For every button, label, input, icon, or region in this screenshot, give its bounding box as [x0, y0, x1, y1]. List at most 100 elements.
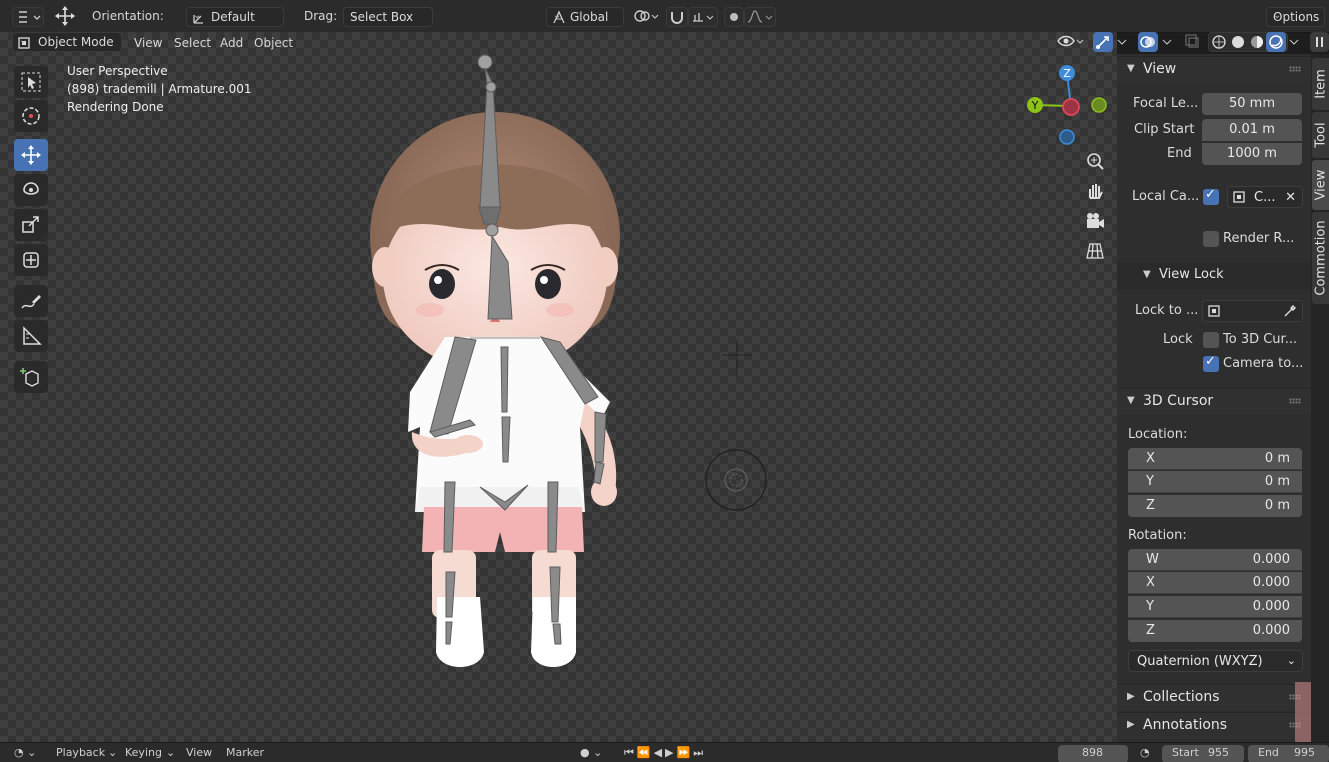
- tab-tool[interactable]: Tool: [1312, 112, 1329, 158]
- snap-target-dropdown[interactable]: [688, 7, 718, 27]
- scale-icon: [22, 216, 39, 233]
- snap-toggle-button[interactable]: [666, 7, 688, 27]
- playback-controls[interactable]: ⏮⏪◀▶⏩⏭: [624, 746, 706, 760]
- falloff-dropdown[interactable]: [744, 7, 776, 27]
- move-tool[interactable]: [14, 139, 48, 171]
- move-transform-icon: [53, 5, 77, 30]
- rotation-w-value: 0.000: [1252, 552, 1290, 567]
- measure-tool[interactable]: [14, 320, 48, 352]
- rendered-shading-button[interactable]: [1266, 32, 1286, 52]
- options-dropdown[interactable]: Options ⌄: [1266, 7, 1325, 27]
- tab-view[interactable]: View: [1312, 160, 1329, 210]
- view-lock-header[interactable]: ▼ View Lock: [1117, 263, 1311, 289]
- menu-add[interactable]: Add: [220, 36, 243, 50]
- local-camera-field[interactable]: C... ✕: [1227, 186, 1303, 208]
- tab-item[interactable]: Item: [1312, 58, 1329, 110]
- scrollbar-indicator[interactable]: [1295, 682, 1311, 742]
- editor-type-button[interactable]: [12, 7, 44, 27]
- rotation-w-field[interactable]: W 0.000: [1128, 549, 1302, 571]
- view-panel-title: View: [1143, 61, 1177, 77]
- perspective-grid-icon[interactable]: [1084, 240, 1106, 265]
- preview-range-icon[interactable]: ◔: [1140, 746, 1150, 759]
- view-panel-header[interactable]: ▼ View: [1117, 56, 1311, 83]
- tool-header: Orientation: Default ⌄ Drag: Select Box …: [0, 0, 1329, 33]
- gizmo-neg-y-axis[interactable]: [1091, 97, 1107, 113]
- camera-to-view-checkbox[interactable]: [1203, 354, 1219, 372]
- select-box-tool[interactable]: [14, 66, 48, 98]
- add-cube-icon: [20, 368, 39, 387]
- annotate-tool[interactable]: [14, 285, 48, 317]
- xray-toggle-button[interactable]: [1183, 32, 1203, 52]
- auto-key-icon[interactable]: ● ⌄: [580, 746, 602, 759]
- 3d-cursor-panel-header[interactable]: ▼ 3D Cursor: [1117, 388, 1311, 415]
- location-y-value: 0 m: [1264, 474, 1290, 489]
- rotation-x-axis: X: [1146, 575, 1155, 590]
- gizmo-x-axis[interactable]: [1062, 98, 1080, 116]
- orientation-dropdown[interactable]: Default ⌄: [186, 7, 284, 27]
- rotate-tool[interactable]: [14, 174, 48, 206]
- overlays-toggle-button[interactable]: [1138, 32, 1158, 52]
- clip-end-field[interactable]: 1000 m: [1202, 143, 1302, 165]
- location-x-field[interactable]: X 0 m: [1128, 448, 1302, 470]
- annotations-panel-header[interactable]: ▶ Annotations: [1117, 712, 1311, 739]
- menu-object[interactable]: Object: [254, 36, 293, 50]
- location-y-field[interactable]: Y 0 m: [1128, 471, 1302, 493]
- proportional-edit-button[interactable]: [724, 7, 744, 27]
- clip-start-field[interactable]: 0.01 m: [1202, 119, 1302, 141]
- local-camera-checkbox[interactable]: [1203, 187, 1219, 205]
- zoom-icon[interactable]: [1084, 150, 1106, 175]
- select-box-icon: [21, 72, 41, 92]
- menu-select[interactable]: Select: [174, 36, 211, 50]
- 3d-viewport[interactable]: User Perspective (898) trademill | Armat…: [0, 32, 1117, 742]
- cursor-tool[interactable]: [14, 100, 48, 132]
- clock-icon[interactable]: ◔ ⌄: [14, 746, 36, 759]
- rotation-z-field[interactable]: Z 0.000: [1128, 620, 1302, 642]
- rotation-x-field[interactable]: X 0.000: [1128, 572, 1302, 594]
- solid-shading-icon[interactable]: [1232, 36, 1244, 48]
- shading-options-dropdown[interactable]: [1286, 32, 1304, 52]
- gizmo-options-dropdown[interactable]: [1113, 32, 1133, 52]
- mode-dropdown[interactable]: Object Mode ⌄: [12, 32, 122, 52]
- lock-to-object-field[interactable]: [1202, 300, 1303, 322]
- location-label: Location:: [1128, 427, 1188, 442]
- end-frame-field[interactable]: End 995: [1248, 745, 1329, 762]
- drag-dropdown[interactable]: Select Box ⌄: [343, 7, 433, 27]
- transform-tool[interactable]: [14, 244, 48, 276]
- menu-playback[interactable]: Playback: [56, 746, 105, 759]
- lock-to-cursor-checkbox[interactable]: [1203, 332, 1219, 348]
- add-cube-tool[interactable]: [14, 361, 48, 393]
- camera-to-view-label: Camera to...: [1223, 356, 1304, 371]
- drag-grip-icon[interactable]: [1289, 66, 1301, 72]
- menu-view[interactable]: View: [134, 36, 162, 50]
- clear-x-icon[interactable]: ✕: [1285, 190, 1296, 205]
- rotation-y-field[interactable]: Y 0.000: [1128, 596, 1302, 618]
- transform-orientation-dropdown[interactable]: Global ⌄: [546, 7, 624, 27]
- gizmo-z-label: Z: [1063, 67, 1071, 80]
- menu-keying[interactable]: Keying: [125, 746, 162, 759]
- collections-panel-header[interactable]: ▶ Collections: [1117, 684, 1311, 711]
- visibility-dropdown[interactable]: [1056, 32, 1088, 52]
- start-frame-field[interactable]: Start 955: [1162, 745, 1244, 762]
- eyedropper-icon[interactable]: [1283, 304, 1297, 318]
- scale-tool[interactable]: [14, 209, 48, 241]
- rotation-mode-dropdown[interactable]: Quaternion (WXYZ) ⌄: [1128, 650, 1303, 672]
- pivot-point-button[interactable]: [630, 7, 662, 27]
- eye-icon: [1057, 35, 1084, 47]
- render-region-checkbox[interactable]: [1203, 231, 1219, 247]
- pan-hand-icon[interactable]: [1084, 180, 1106, 205]
- focal-length-field[interactable]: 50 mm: [1202, 93, 1302, 115]
- menu-view[interactable]: View: [186, 746, 212, 759]
- camera-view-icon[interactable]: [1084, 210, 1106, 235]
- location-z-field[interactable]: Z 0 m: [1128, 495, 1302, 517]
- tab-commotion[interactable]: Commotion: [1312, 212, 1329, 304]
- drag-grip-icon[interactable]: [1289, 398, 1301, 404]
- menu-marker[interactable]: Marker: [226, 746, 264, 759]
- gizmo-toggle-button[interactable]: [1093, 32, 1113, 52]
- overlays-options-dropdown[interactable]: [1158, 32, 1178, 52]
- current-frame-field[interactable]: 898: [1058, 745, 1128, 762]
- navigation-gizmo[interactable]: Z Y: [1025, 62, 1115, 147]
- tab-tool-label: Tool: [1313, 122, 1328, 148]
- orientation-label: Orientation:: [92, 9, 164, 23]
- gizmo-neg-z-axis[interactable]: [1059, 129, 1075, 145]
- sidebar-toggle-button[interactable]: [1310, 32, 1329, 52]
